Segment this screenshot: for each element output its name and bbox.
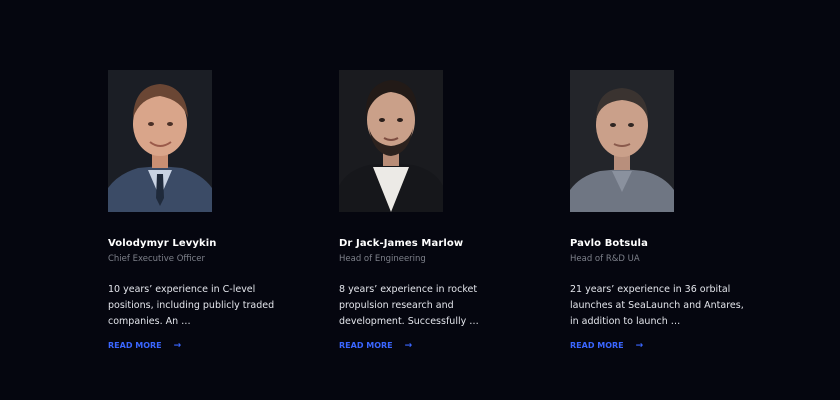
read-more-link[interactable]: READ MORE → [339, 341, 412, 351]
team-member-card: Volodymyr Levykin Chief Executive Office… [108, 70, 339, 351]
portrait-photo [339, 70, 443, 212]
read-more-label: READ MORE [570, 341, 624, 350]
read-more-label: READ MORE [339, 341, 393, 350]
read-more-link[interactable]: READ MORE → [108, 341, 181, 351]
portrait-photo [570, 70, 674, 212]
member-bio: 8 years’ experience in rocket propulsion… [339, 284, 479, 327]
team-grid: Volodymyr Levykin Chief Executive Office… [108, 70, 801, 351]
member-role: Head of R&D UA [570, 254, 640, 264]
portrait-photo [108, 70, 212, 212]
team-member-card: Pavlo Botsula Head of R&D UA 21 years’ e… [570, 70, 801, 351]
member-photo [108, 70, 212, 212]
member-role: Chief Executive Officer [108, 254, 205, 264]
member-role: Head of Engineering [339, 254, 426, 264]
arrow-right-icon: → [404, 341, 413, 351]
member-name: Pavlo Botsula [570, 238, 648, 249]
read-more-label: READ MORE [108, 341, 162, 350]
arrow-right-icon: → [635, 341, 644, 351]
member-photo [570, 70, 674, 212]
member-bio: 21 years’ experience in 36 orbital launc… [570, 284, 744, 327]
member-name: Volodymyr Levykin [108, 238, 217, 249]
arrow-right-icon: → [173, 341, 182, 351]
member-bio: 10 years’ experience in C-level position… [108, 284, 275, 327]
member-photo [339, 70, 443, 212]
member-name: Dr Jack-James Marlow [339, 238, 464, 249]
read-more-link[interactable]: READ MORE → [570, 341, 643, 351]
team-member-card: Dr Jack-James Marlow Head of Engineering… [339, 70, 570, 351]
